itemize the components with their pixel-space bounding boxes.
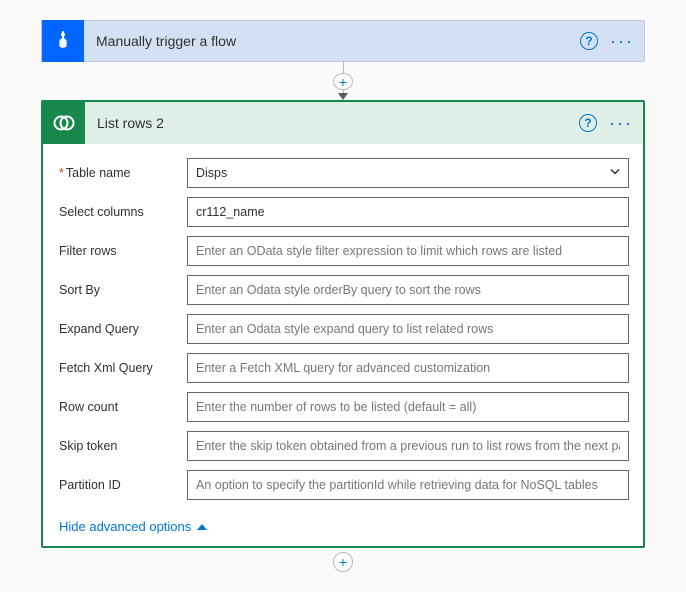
label-partition-id: Partition ID	[57, 478, 187, 492]
skip-token-input[interactable]	[187, 431, 629, 461]
label-row-count: Row count	[57, 400, 187, 414]
partition-id-input[interactable]	[187, 470, 629, 500]
more-icon[interactable]: ···	[609, 114, 633, 132]
chevron-up-icon	[197, 524, 207, 530]
action-header[interactable]: List rows 2 ? ···	[43, 102, 643, 144]
help-icon[interactable]: ?	[580, 32, 598, 50]
action-title: List rows 2	[85, 115, 579, 131]
row-count-input[interactable]	[187, 392, 629, 422]
expand-query-input[interactable]	[187, 314, 629, 344]
connector: +	[41, 62, 645, 100]
dataverse-icon	[43, 102, 85, 144]
filter-rows-input[interactable]	[187, 236, 629, 266]
help-icon[interactable]: ?	[579, 114, 597, 132]
table-name-select[interactable]	[187, 158, 629, 188]
label-table-name: *Table name	[57, 166, 187, 180]
label-fetch-xml: Fetch Xml Query	[57, 361, 187, 375]
hide-advanced-toggle[interactable]: Hide advanced options	[59, 519, 207, 534]
trigger-icon	[42, 20, 84, 62]
sort-by-input[interactable]	[187, 275, 629, 305]
label-select-columns: Select columns	[57, 205, 187, 219]
fetch-xml-input[interactable]	[187, 353, 629, 383]
action-card: List rows 2 ? ··· *Table name Select col…	[41, 100, 645, 548]
label-skip-token: Skip token	[57, 439, 187, 453]
select-columns-input[interactable]	[187, 197, 629, 227]
add-step-button[interactable]: +	[333, 552, 353, 572]
add-step-button[interactable]: +	[333, 73, 353, 90]
label-sort-by: Sort By	[57, 283, 187, 297]
trigger-card[interactable]: Manually trigger a flow ? ···	[41, 20, 645, 62]
arrow-down-icon	[338, 93, 348, 100]
label-expand-query: Expand Query	[57, 322, 187, 336]
more-icon[interactable]: ···	[610, 32, 634, 50]
trigger-title: Manually trigger a flow	[84, 33, 580, 49]
label-filter-rows: Filter rows	[57, 244, 187, 258]
